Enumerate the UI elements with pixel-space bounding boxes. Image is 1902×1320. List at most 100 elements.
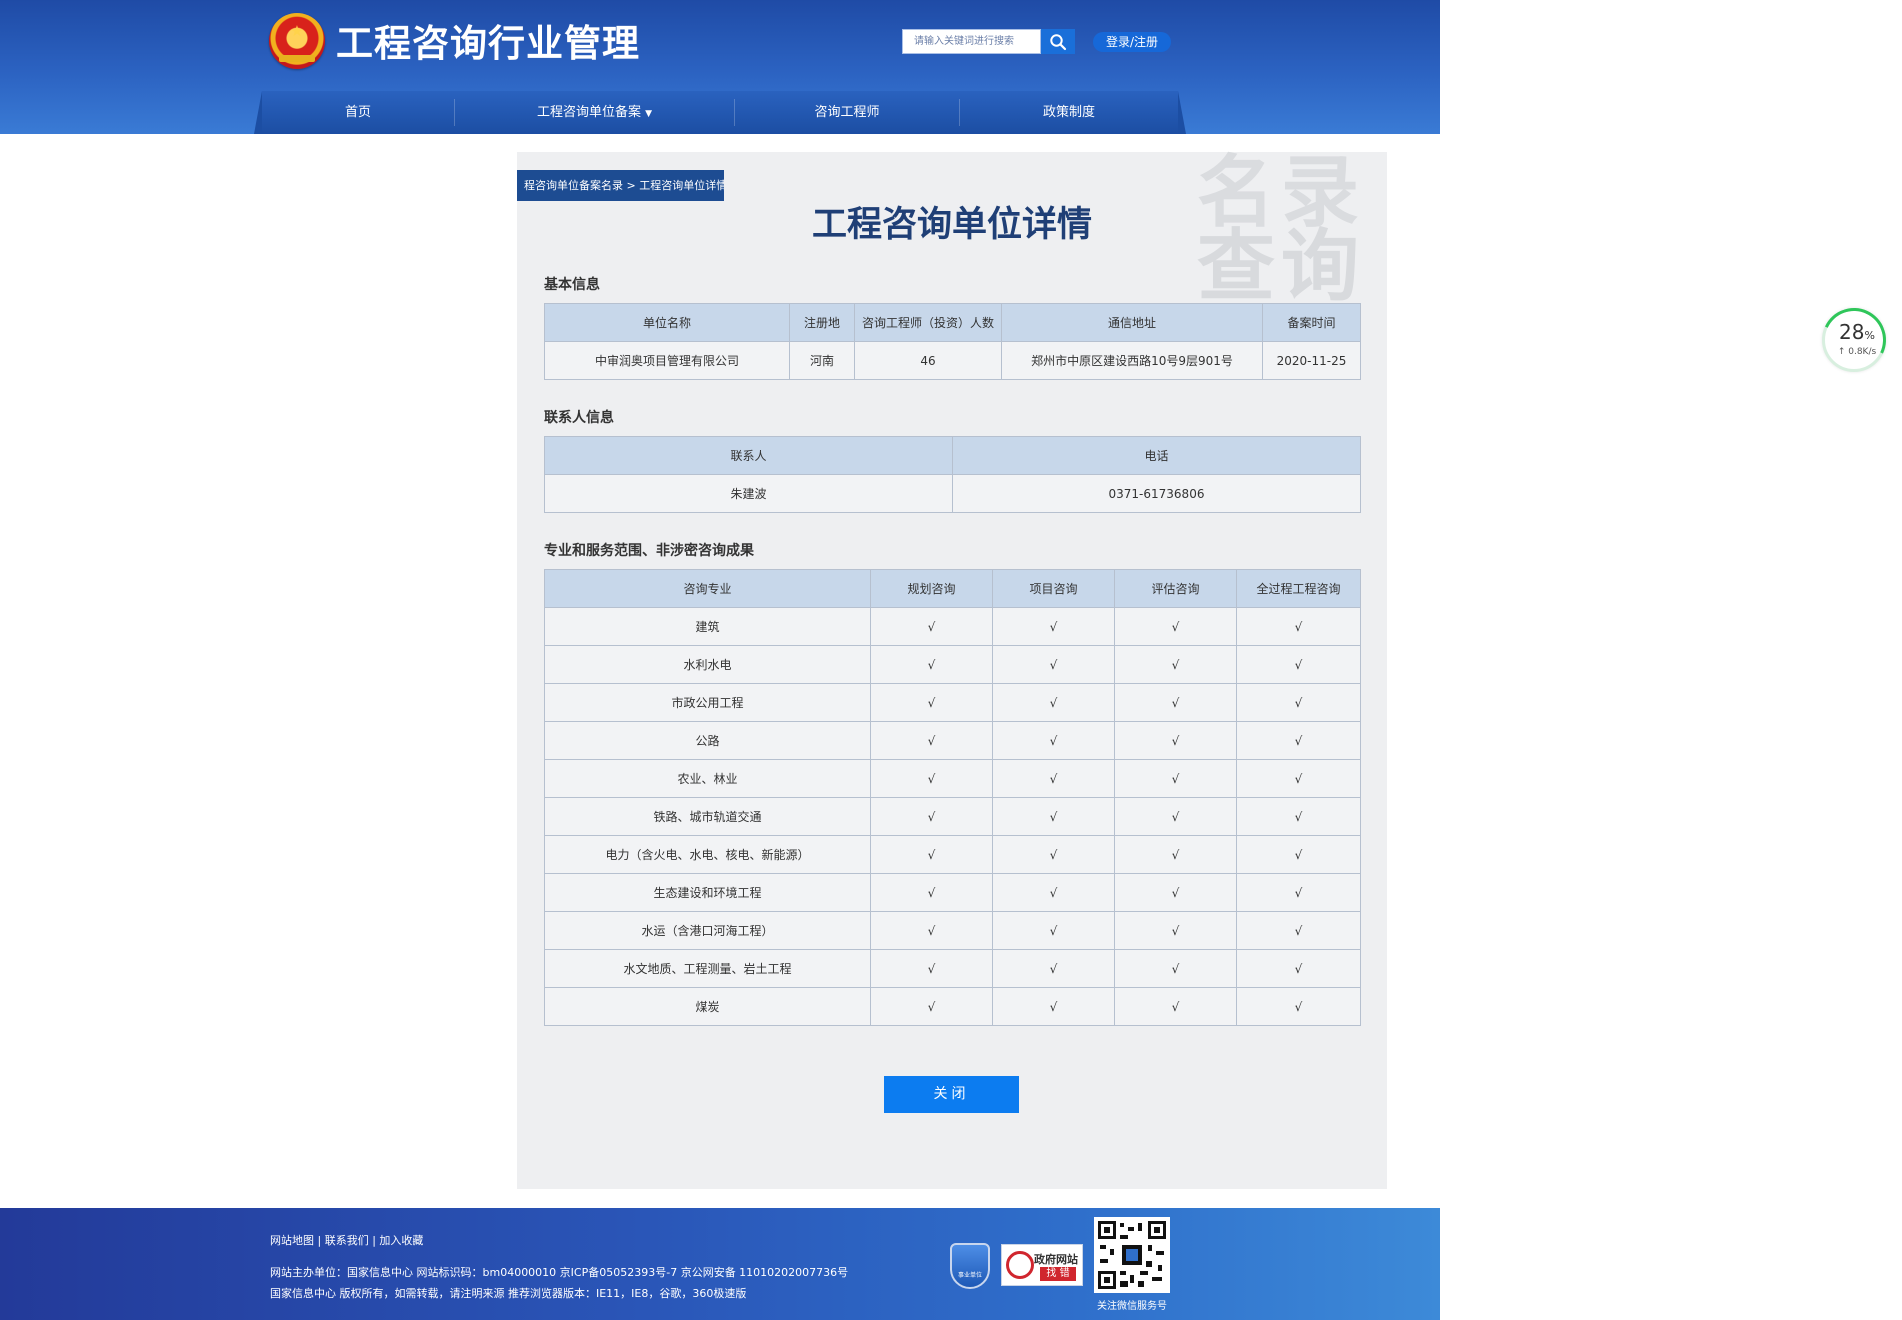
project-consult-cell: √ bbox=[992, 835, 1115, 874]
magnifier-icon bbox=[1006, 1251, 1034, 1279]
table-row: 水文地质、工程测量、岩土工程 √ √ √ √ bbox=[544, 949, 1361, 988]
table-header: 全过程工程咨询 bbox=[1236, 569, 1361, 608]
full-process-consult-cell: √ bbox=[1236, 911, 1361, 950]
nav-item-policy[interactable]: 政策制度 bbox=[960, 91, 1178, 134]
evaluation-consult-cell: √ bbox=[1114, 949, 1237, 988]
table-header: 咨询专业 bbox=[544, 569, 871, 608]
network-speed-widget[interactable]: 28% ↑ 0.8K/s bbox=[1812, 298, 1896, 382]
full-process-consult-cell: √ bbox=[1236, 759, 1361, 798]
nav-item-home[interactable]: 首页 bbox=[262, 91, 454, 134]
evaluation-consult-cell: √ bbox=[1114, 835, 1237, 874]
filing-date-cell: 2020-11-25 bbox=[1262, 341, 1361, 380]
table-header: 备案时间 bbox=[1262, 303, 1361, 342]
project-consult-cell: √ bbox=[992, 797, 1115, 836]
planning-consult-cell: √ bbox=[870, 835, 993, 874]
site-footer: 网站地图 | 联系我们 | 加入收藏 网站主办单位：国家信息中心 网站标识码：b… bbox=[0, 1208, 1440, 1320]
region-cell: 河南 bbox=[789, 341, 855, 380]
discipline-cell: 水利水电 bbox=[544, 645, 871, 684]
evaluation-consult-cell: √ bbox=[1114, 911, 1237, 950]
table-header-row: 单位名称 注册地 咨询工程师（投资）人数 通信地址 备案时间 bbox=[544, 303, 1361, 342]
table-row: 农业、林业 √ √ √ √ bbox=[544, 759, 1361, 798]
table-row: 水利水电 √ √ √ √ bbox=[544, 645, 1361, 684]
evaluation-consult-cell: √ bbox=[1114, 607, 1237, 646]
search-input[interactable]: 请输入关键词进行搜索 bbox=[902, 29, 1041, 54]
address-cell: 郑州市中原区建设西路10号9层901号 bbox=[1001, 341, 1263, 380]
project-consult-cell: √ bbox=[992, 911, 1115, 950]
planning-consult-cell: √ bbox=[870, 949, 993, 988]
table-row: 建筑 √ √ √ √ bbox=[544, 607, 1361, 646]
project-consult-cell: √ bbox=[992, 987, 1115, 1026]
search-button[interactable] bbox=[1041, 29, 1075, 54]
engineer-count-cell: 46 bbox=[854, 341, 1002, 380]
evaluation-consult-cell: √ bbox=[1114, 721, 1237, 760]
nav-item-engineers[interactable]: 咨询工程师 bbox=[735, 91, 959, 134]
basic-info-table: 单位名称 注册地 咨询工程师（投资）人数 通信地址 备案时间 中审润奥项目管理有… bbox=[544, 303, 1361, 380]
detail-panel: 名录 查询 程咨询单位备案名录 > 工程咨询单位详情 工程咨询单位详情 基本信息… bbox=[517, 152, 1387, 1189]
login-register-button[interactable]: 登录/注册 bbox=[1093, 32, 1171, 52]
discipline-cell: 农业、林业 bbox=[544, 759, 871, 798]
discipline-cell: 公路 bbox=[544, 721, 871, 760]
discipline-cell: 生态建设和环境工程 bbox=[544, 873, 871, 912]
qr-pattern-icon bbox=[1098, 1221, 1166, 1289]
close-button[interactable]: 关闭 bbox=[884, 1076, 1019, 1113]
wechat-qr-code-icon bbox=[1094, 1217, 1170, 1293]
evaluation-consult-cell: √ bbox=[1114, 759, 1237, 798]
qr-caption: 关注微信服务号 bbox=[1097, 1301, 1167, 1312]
section-title-scope: 专业和服务范围、非涉密咨询成果 bbox=[544, 543, 754, 559]
nav-item-label: 工程咨询单位备案 bbox=[536, 105, 641, 120]
public-institution-badge-icon[interactable]: 事业单位 bbox=[950, 1243, 990, 1289]
planning-consult-cell: √ bbox=[870, 645, 993, 684]
full-process-consult-cell: √ bbox=[1236, 873, 1361, 912]
full-process-consult-cell: √ bbox=[1236, 835, 1361, 874]
project-consult-cell: √ bbox=[992, 721, 1115, 760]
project-consult-cell: √ bbox=[992, 607, 1115, 646]
planning-consult-cell: √ bbox=[870, 911, 993, 950]
table-header: 项目咨询 bbox=[992, 569, 1115, 608]
speed-percent-unit: % bbox=[1864, 329, 1875, 342]
discipline-cell: 市政公用工程 bbox=[544, 683, 871, 722]
full-process-consult-cell: √ bbox=[1236, 683, 1361, 722]
discipline-cell: 水运（含港口河海工程） bbox=[544, 911, 871, 950]
project-consult-cell: √ bbox=[992, 645, 1115, 684]
speed-percent: 28% bbox=[1825, 321, 1889, 347]
full-process-consult-cell: √ bbox=[1236, 797, 1361, 836]
planning-consult-cell: √ bbox=[870, 987, 993, 1026]
speed-percent-value: 28 bbox=[1839, 320, 1865, 344]
table-row: 煤炭 √ √ √ √ bbox=[544, 987, 1361, 1026]
table-header: 通信地址 bbox=[1001, 303, 1263, 342]
breadcrumb[interactable]: 程咨询单位备案名录 > 工程咨询单位详情 bbox=[517, 170, 724, 201]
site-header: ★ 工程咨询行业管理 请输入关键词进行搜索 登录/注册 首页 工程咨询单位备案 … bbox=[0, 0, 1440, 134]
evaluation-consult-cell: √ bbox=[1114, 683, 1237, 722]
footer-links[interactable]: 网站地图 | 联系我们 | 加入收藏 bbox=[270, 1232, 423, 1248]
nav-item-unit-filing[interactable]: 工程咨询单位备案 ▼ bbox=[455, 91, 734, 134]
section-title-basic: 基本信息 bbox=[544, 277, 600, 293]
main-nav: 首页 工程咨询单位备案 ▼ 咨询工程师 政策制度 bbox=[254, 91, 1186, 134]
planning-consult-cell: √ bbox=[870, 873, 993, 912]
contact-table: 联系人 电话 朱建波 0371-61736806 bbox=[544, 436, 1361, 513]
table-row: 电力（含火电、水电、核电、新能源） √ √ √ √ bbox=[544, 835, 1361, 874]
table-header: 单位名称 bbox=[544, 303, 790, 342]
project-consult-cell: √ bbox=[992, 873, 1115, 912]
table-row: 水运（含港口河海工程） √ √ √ √ bbox=[544, 911, 1361, 950]
table-row: 朱建波 0371-61736806 bbox=[544, 474, 1361, 513]
gov-badge-title: 政府网站 bbox=[1034, 1253, 1078, 1266]
full-process-consult-cell: √ bbox=[1236, 987, 1361, 1026]
planning-consult-cell: √ bbox=[870, 759, 993, 798]
project-consult-cell: √ bbox=[992, 683, 1115, 722]
caret-down-icon: ▼ bbox=[645, 109, 653, 119]
table-row: 铁路、城市轨道交通 √ √ √ √ bbox=[544, 797, 1361, 836]
full-process-consult-cell: √ bbox=[1236, 721, 1361, 760]
discipline-cell: 建筑 bbox=[544, 607, 871, 646]
table-header-row: 联系人 电话 bbox=[544, 436, 1361, 475]
discipline-cell: 铁路、城市轨道交通 bbox=[544, 797, 871, 836]
table-row: 中审润奥项目管理有限公司 河南 46 郑州市中原区建设西路10号9层901号 2… bbox=[544, 341, 1361, 380]
table-row: 公路 √ √ √ √ bbox=[544, 721, 1361, 760]
planning-consult-cell: √ bbox=[870, 797, 993, 836]
gov-site-error-report-badge[interactable]: 政府网站 找 错 bbox=[1001, 1244, 1083, 1286]
discipline-cell: 电力（含火电、水电、核电、新能源） bbox=[544, 835, 871, 874]
project-consult-cell: √ bbox=[992, 949, 1115, 988]
planning-consult-cell: √ bbox=[870, 683, 993, 722]
table-header: 联系人 bbox=[544, 436, 953, 475]
site-title[interactable]: 工程咨询行业管理 bbox=[336, 16, 640, 72]
speed-rate: ↑ 0.8K/s bbox=[1837, 347, 1877, 357]
